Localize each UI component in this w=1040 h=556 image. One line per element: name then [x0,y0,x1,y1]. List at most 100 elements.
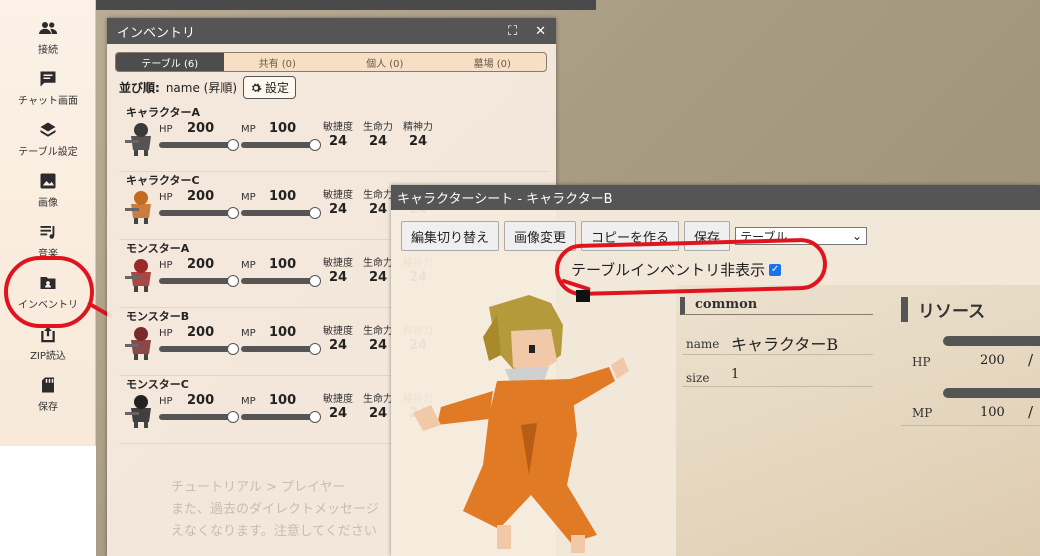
mp-slider[interactable] [241,343,321,355]
character-sprite [413,290,629,553]
hp-slider[interactable] [159,207,239,219]
tab-graveyard[interactable]: 墓場 (0) [439,53,547,71]
settings-button[interactable]: 設定 [243,76,297,99]
agility-label: 敏捷度 [323,326,353,337]
character-avatar [125,259,151,292]
hp-label: HP [159,260,173,271]
layers-icon [37,120,59,140]
hp-label: HP [159,328,173,339]
sidebar-item-connect[interactable]: 接続 [0,12,96,62]
hp-slider[interactable] [159,275,239,287]
sidebar-item-label: テーブル設定 [18,147,78,158]
sidebar-item-table-settings[interactable]: テーブル設定 [0,114,96,164]
character-name: モンスターA [126,242,190,255]
tab-shared[interactable]: 共有 (0) [224,53,332,71]
character-avatar [125,327,151,360]
hp-value: 200 [187,257,215,272]
mp-slider[interactable] [241,411,321,423]
character-avatar [125,191,151,224]
toggle-edit-button[interactable]: 編集切り替え [401,221,500,251]
vitality-value: 24 [369,134,388,149]
sheet-titlebar[interactable]: キャラクターシート - キャラクターB [391,185,1040,210]
divider [901,425,1040,426]
agility-value: 24 [329,270,348,285]
vitality-label: 生命力 [363,190,393,201]
slider-handle[interactable] [227,411,239,423]
change-image-button[interactable]: 画像変更 [504,221,577,251]
mp-slider[interactable] [241,207,321,219]
slider-handle[interactable] [309,207,321,219]
sort-row: 並び順: name (昇順) 設定 [119,76,297,99]
resource-section-title: リソース [901,297,985,322]
agility-label: 敏捷度 [323,190,353,201]
chat-bg-line: えなくなります。注意してください [171,524,377,539]
close-icon[interactable]: ✕ [535,24,546,39]
inventory-tabs: テーブル (6) 共有 (0) 個人 (0) 墓場 (0) [115,52,547,72]
agility-value: 24 [329,406,348,421]
mp-slash: / [1028,403,1034,421]
hp-resource-bar[interactable] [943,336,1040,346]
hp-slider[interactable] [159,139,239,151]
slider-handle[interactable] [309,139,321,151]
character-avatar [125,395,151,428]
mp-value: 100 [269,325,297,340]
character-name: モンスターC [126,378,189,391]
sidebar-item-label: 保存 [38,402,58,413]
sort-value: name (昇順) [165,81,238,95]
character-name: キャラクターC [126,174,200,187]
image-icon [37,171,59,191]
hp-slash: / [1028,351,1034,369]
settings-label: 設定 [265,81,290,95]
character-name: キャラクターA [126,106,201,119]
common-section-title: common [680,297,873,315]
inventory-character-row[interactable]: キャラクターA HP 200 MP 100 敏捷度 生命力 精神力 24 24 24 [119,104,549,172]
size-field-label: size [686,371,710,385]
chat-icon [37,69,59,89]
hp-value: 200 [187,189,215,204]
mp-label: MP [241,396,256,407]
inventory-title: インベントリ [117,25,196,41]
name-field-value[interactable]: キャラクターB [731,331,838,355]
mp-resource-bar[interactable] [943,388,1040,398]
sidebar-item-save[interactable]: 保存 [0,369,96,419]
mp-slider[interactable] [241,275,321,287]
hp-value: 200 [187,393,215,408]
slider-handle[interactable] [227,139,239,151]
sidebar-item-image[interactable]: 画像 [0,165,96,215]
sidebar-item-chat[interactable]: チャット画面 [0,63,96,113]
mp-value[interactable]: 100 [980,405,1005,420]
slider-handle[interactable] [227,207,239,219]
name-field-label: name [686,337,720,351]
slider-handle[interactable] [309,275,321,287]
size-field-value[interactable]: 1 [731,367,739,382]
slider-handle[interactable] [309,411,321,423]
sidebar: 接続 チャット画面 テーブル設定 画像 音楽 インベントリ ZIP読込 保存 [0,0,96,446]
hp-value[interactable]: 200 [980,353,1005,368]
agility-label: 敏捷度 [323,258,353,269]
maximize-icon[interactable]: ⛶ [508,24,517,39]
music-list-icon [37,222,59,242]
agility-value: 24 [329,202,348,217]
hp-slider[interactable] [159,411,239,423]
agility-label: 敏捷度 [323,394,353,405]
mp-value: 100 [269,189,297,204]
slider-handle[interactable] [309,343,321,355]
mp-label: MP [241,260,256,271]
slider-handle[interactable] [227,343,239,355]
mp-slider[interactable] [241,139,321,151]
sd-card-icon [37,375,59,395]
mp-value: 100 [269,393,297,408]
vitality-label: 生命力 [363,394,393,405]
gear-icon [252,83,262,92]
tab-personal[interactable]: 個人 (0) [331,53,439,71]
slider-handle[interactable] [227,275,239,287]
spirit-label: 精神力 [403,122,433,133]
hp-slider[interactable] [159,343,239,355]
blank-area [0,446,96,556]
character-avatar [125,123,151,156]
hp-label: HP [159,192,173,203]
tab-table[interactable]: テーブル (6) [116,53,224,71]
vitality-value: 24 [369,406,388,421]
agility-label: 敏捷度 [323,122,353,133]
inventory-titlebar[interactable]: インベントリ ⛶ ✕ [107,18,556,44]
